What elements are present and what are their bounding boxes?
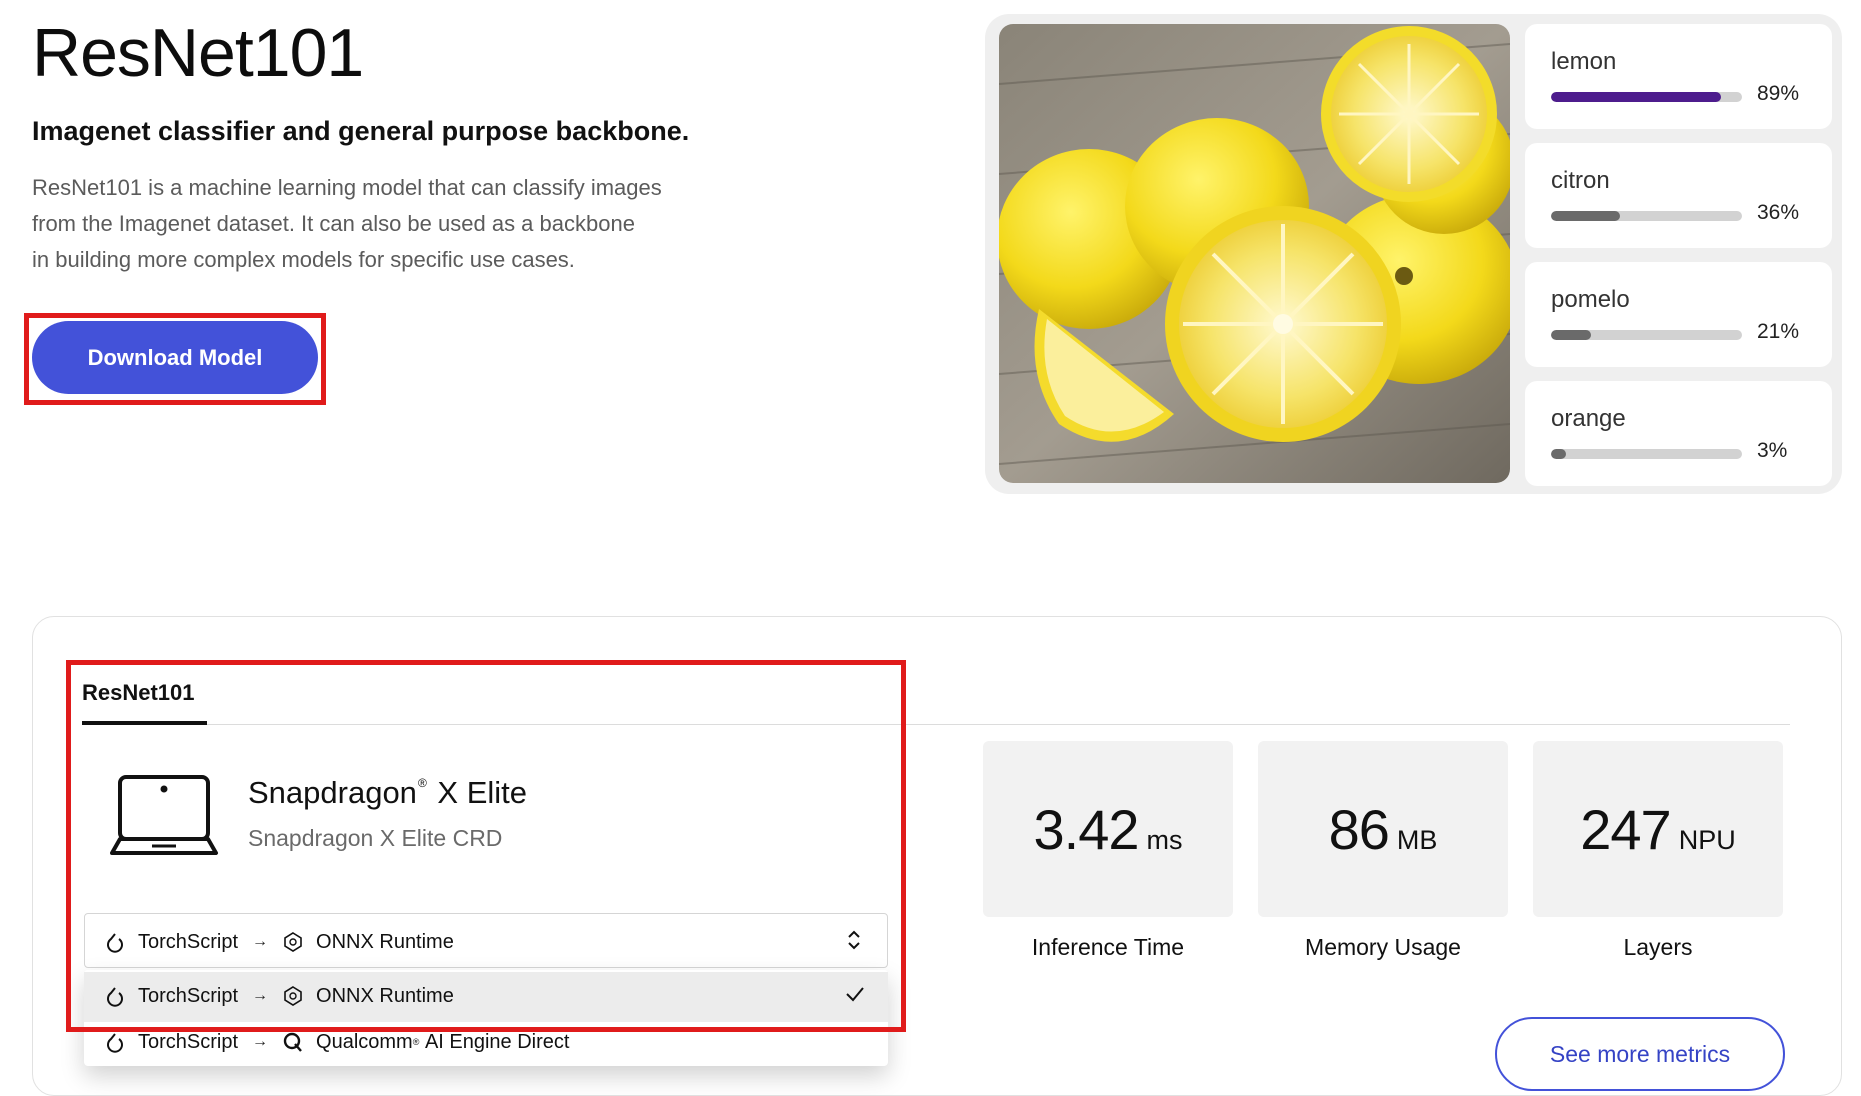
prediction-percent: 21% <box>1757 320 1800 343</box>
registered-mark: ® <box>412 1037 420 1047</box>
description-line: from the Imagenet dataset. It can also b… <box>32 211 635 236</box>
download-highlight-box <box>24 313 326 405</box>
prediction-percent: 3% <box>1757 439 1788 462</box>
prediction-bar-fill <box>1551 330 1592 340</box>
metric-value: 86 <box>1328 797 1390 861</box>
model-description: ResNet101 is a machine learning model th… <box>32 170 752 278</box>
prediction-card: pomelo 21% <box>1525 262 1832 367</box>
metric-unit: MB <box>1396 824 1438 855</box>
prediction-label: lemon <box>1551 48 1617 75</box>
prediction-percent: 89% <box>1757 82 1800 105</box>
runtime-to-suffix: AI Engine Direct <box>424 1030 570 1053</box>
description-line: in building more complex models for spec… <box>32 247 575 272</box>
runtime-from: TorchScript <box>138 1030 239 1053</box>
see-more-metrics-button[interactable]: See more metrics <box>1495 1017 1785 1091</box>
metric-inference-time: 3.42 ms <box>983 741 1233 917</box>
runtime-to-prefix: Qualcomm <box>316 1030 413 1053</box>
prediction-bar-fill <box>1551 211 1620 221</box>
metric-value: 247 <box>1580 797 1671 861</box>
lemons-photo <box>999 24 1510 483</box>
prediction-bar-fill <box>1551 449 1567 459</box>
metric-layers: 247 NPU <box>1533 741 1783 917</box>
metric-unit: ms <box>1146 824 1183 855</box>
metric-value: 3.42 <box>1033 797 1140 861</box>
metric-unit: NPU <box>1678 824 1736 855</box>
prediction-bar-track <box>1551 449 1742 459</box>
prediction-label: citron <box>1551 167 1610 194</box>
qualcomm-icon <box>283 1032 302 1052</box>
metric-memory-usage: 86 MB <box>1258 741 1508 917</box>
prediction-card: citron 36% <box>1525 143 1832 248</box>
prediction-label: orange <box>1551 405 1626 432</box>
page-title: ResNet101 <box>32 15 364 91</box>
prediction-label: pomelo <box>1551 286 1630 313</box>
device-highlight-box <box>66 660 906 1032</box>
description-line: ResNet101 is a machine learning model th… <box>32 175 662 200</box>
prediction-bar-track <box>1551 92 1742 102</box>
arrow-right-icon: → <box>252 1033 269 1050</box>
prediction-card: orange 3% <box>1525 381 1832 486</box>
page-subtitle: Imagenet classifier and general purpose … <box>32 116 690 146</box>
metric-label: Inference Time <box>1031 934 1185 960</box>
prediction-percent: 36% <box>1757 201 1800 224</box>
prediction-bar-fill <box>1551 92 1721 102</box>
metric-label: Layers <box>1623 934 1693 960</box>
prediction-card: lemon 89% <box>1525 24 1832 129</box>
prediction-bar-track <box>1551 211 1742 221</box>
prediction-bar-track <box>1551 330 1742 340</box>
metric-label: Memory Usage <box>1305 934 1461 960</box>
torchscript-icon <box>107 1033 123 1053</box>
